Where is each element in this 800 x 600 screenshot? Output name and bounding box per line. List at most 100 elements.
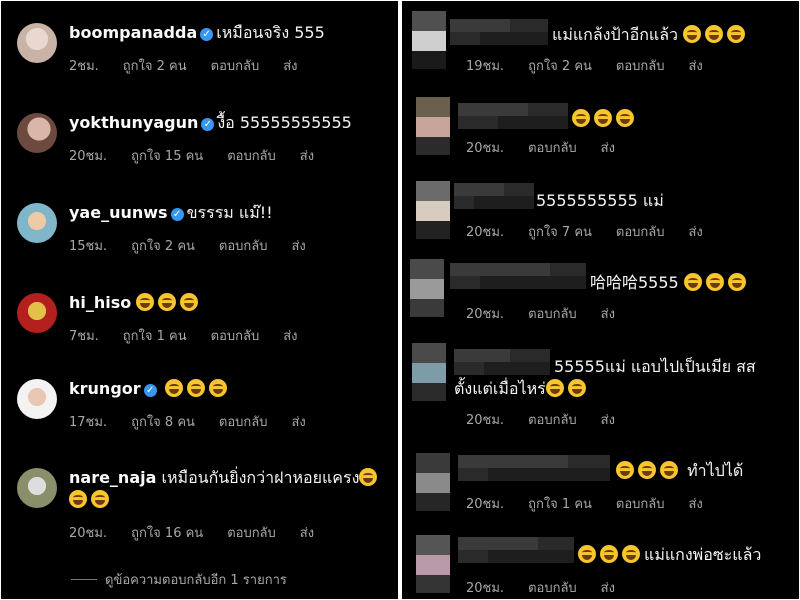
comment-text: เหมือนกันยิ่งกว่าฝาหอยแครง (161, 468, 360, 487)
send-button[interactable]: ส่ง (283, 55, 297, 76)
comment-time: 20ชม. (466, 141, 505, 156)
emoji-group (136, 293, 202, 312)
reply-button[interactable]: ตอบกลับ (616, 221, 665, 242)
send-button[interactable]: ส่ง (601, 409, 615, 430)
reply-button[interactable]: ตอบกลับ (616, 493, 665, 514)
send-button[interactable]: ส่ง (292, 235, 306, 256)
comment-item: boompanadda ✓ เหมือนจริง 555 2ชม. ถูกใจ 2 ค… (1, 11, 398, 81)
username[interactable]: boompanadda (69, 23, 197, 42)
likes-count[interactable]: ถูกใจ 8 คน (131, 411, 195, 432)
send-button[interactable]: ส่ง (689, 221, 703, 242)
send-button[interactable]: ส่ง (689, 55, 703, 76)
blurred-avatar (416, 453, 450, 511)
laughing-emoji-icon (727, 273, 746, 291)
avatar[interactable] (17, 293, 57, 333)
send-button[interactable]: ส่ง (601, 137, 615, 158)
username[interactable]: yae_uunws (69, 203, 168, 222)
laughing-emoji-icon (683, 25, 702, 43)
laughing-emoji-icon (164, 379, 183, 397)
reply-button[interactable]: ตอบกลับ (211, 55, 260, 76)
blurred-avatar (410, 259, 444, 317)
likes-count[interactable]: ถูกใจ 2 คน (131, 235, 195, 256)
laughing-emoji-icon (208, 379, 227, 397)
comment-time: 15ชม. (69, 239, 108, 254)
laughing-emoji-icon (705, 273, 724, 291)
divider (71, 579, 97, 580)
blurred-username (450, 19, 548, 45)
blurred-avatar (416, 535, 450, 593)
laughing-emoji-icon (727, 25, 746, 43)
laughing-emoji-icon (567, 379, 586, 397)
comment-text: แม่แกล้งป้าอีกแล้ว (552, 25, 679, 44)
send-button[interactable]: ส่ง (689, 493, 703, 514)
reply-button[interactable]: ตอบกลับ (616, 55, 665, 76)
reply-button[interactable]: ตอบกลับ (227, 145, 276, 166)
comment-item: nare_naja เหมือนกันยิ่งกว่าฝาหอยแครง 20ช… (1, 456, 398, 556)
comment-time: 20ชม. (69, 149, 108, 164)
comment-text: เหมือนจริง 555 (216, 23, 325, 42)
comment-item: 哈哈哈5555 20ชม. ตอบกลับ ส่ง (402, 259, 799, 329)
laughing-emoji-icon (683, 273, 702, 291)
laughing-emoji-icon (572, 109, 590, 127)
comment-time: 7ชม. (69, 329, 99, 344)
comment-text: 5555555555 แม่ (536, 191, 664, 210)
blurred-avatar (416, 97, 450, 155)
blurred-avatar (416, 181, 450, 239)
laughing-emoji-icon (69, 490, 87, 508)
blurred-username (458, 537, 574, 563)
avatar[interactable] (17, 379, 57, 419)
avatar[interactable] (17, 23, 57, 63)
avatar[interactable] (17, 113, 57, 153)
reply-button[interactable]: ตอบกลับ (528, 137, 577, 158)
view-more-replies-button[interactable]: ดูข้อความตอบกลับอีก 1 รายการ (71, 569, 287, 590)
likes-count[interactable]: ถูกใจ 16 คน (131, 522, 203, 543)
username[interactable]: yokthunyagun (69, 113, 198, 132)
likes-count[interactable]: ถูกใจ 7 คน (528, 221, 592, 242)
reply-button[interactable]: ตอบกลับ (227, 522, 276, 543)
laughing-emoji-icon (578, 545, 596, 563)
send-button[interactable]: ส่ง (283, 325, 297, 346)
send-button[interactable]: ส่ง (292, 411, 306, 432)
avatar[interactable] (17, 468, 57, 508)
reply-button[interactable]: ตอบกลับ (528, 303, 577, 324)
likes-count[interactable]: ถูกใจ 1 คน (123, 325, 187, 346)
view-more-label: ดูข้อความตอบกลับอีก 1 รายการ (105, 573, 287, 588)
comment-text: 55555แม่ แอบไปเป็นเมีย สส (554, 357, 756, 376)
comment-item: yae_uunws ✓ ขรรรม แม๊!! 15ชม. ถูกใจ 2 คน ตอบ… (1, 191, 398, 261)
reply-button[interactable]: ตอบกลับ (528, 577, 577, 598)
reply-button[interactable]: ตอบกลับ (219, 235, 268, 256)
send-button[interactable]: ส่ง (601, 303, 615, 324)
blurred-avatar (412, 11, 446, 69)
avatar[interactable] (17, 203, 57, 243)
laughing-emoji-icon (594, 109, 612, 127)
emoji-group (69, 490, 113, 510)
comment-text-continued: ตั้งแต่เมื่อไหร่ (454, 379, 546, 398)
send-button[interactable]: ส่ง (300, 145, 314, 166)
username[interactable]: hi_hiso (69, 293, 131, 312)
blurred-username (454, 183, 534, 209)
send-button[interactable]: ส่ง (601, 577, 615, 598)
comment-time: 20ชม. (466, 307, 505, 322)
laughing-emoji-icon (600, 545, 618, 563)
laughing-emoji-icon (180, 293, 199, 311)
laughing-emoji-icon (616, 461, 634, 479)
likes-count[interactable]: ถูกใจ 1 คน (528, 493, 592, 514)
reply-button[interactable]: ตอบกลับ (211, 325, 260, 346)
comment-time: 20ชม. (466, 497, 505, 512)
comment-text: 哈哈哈5555 (590, 273, 679, 292)
send-button[interactable]: ส่ง (300, 522, 314, 543)
laughing-emoji-icon (545, 379, 564, 397)
reply-button[interactable]: ตอบกลับ (219, 411, 268, 432)
likes-count[interactable]: ถูกใจ 2 คน (123, 55, 187, 76)
comment-item: yokthunyagun ✓ งื้อ 55555555555 20ชม. ถูกใจ… (1, 101, 398, 171)
likes-count[interactable]: ถูกใจ 2 คน (528, 55, 592, 76)
username[interactable]: krungor (69, 379, 141, 398)
blurred-username (458, 103, 568, 129)
username[interactable]: nare_naja (69, 468, 156, 487)
likes-count[interactable]: ถูกใจ 15 คน (131, 145, 203, 166)
emoji-group (164, 379, 231, 398)
blurred-username (454, 349, 550, 375)
laughing-emoji-icon (638, 461, 656, 479)
blurred-username (458, 455, 610, 481)
reply-button[interactable]: ตอบกลับ (528, 409, 577, 430)
